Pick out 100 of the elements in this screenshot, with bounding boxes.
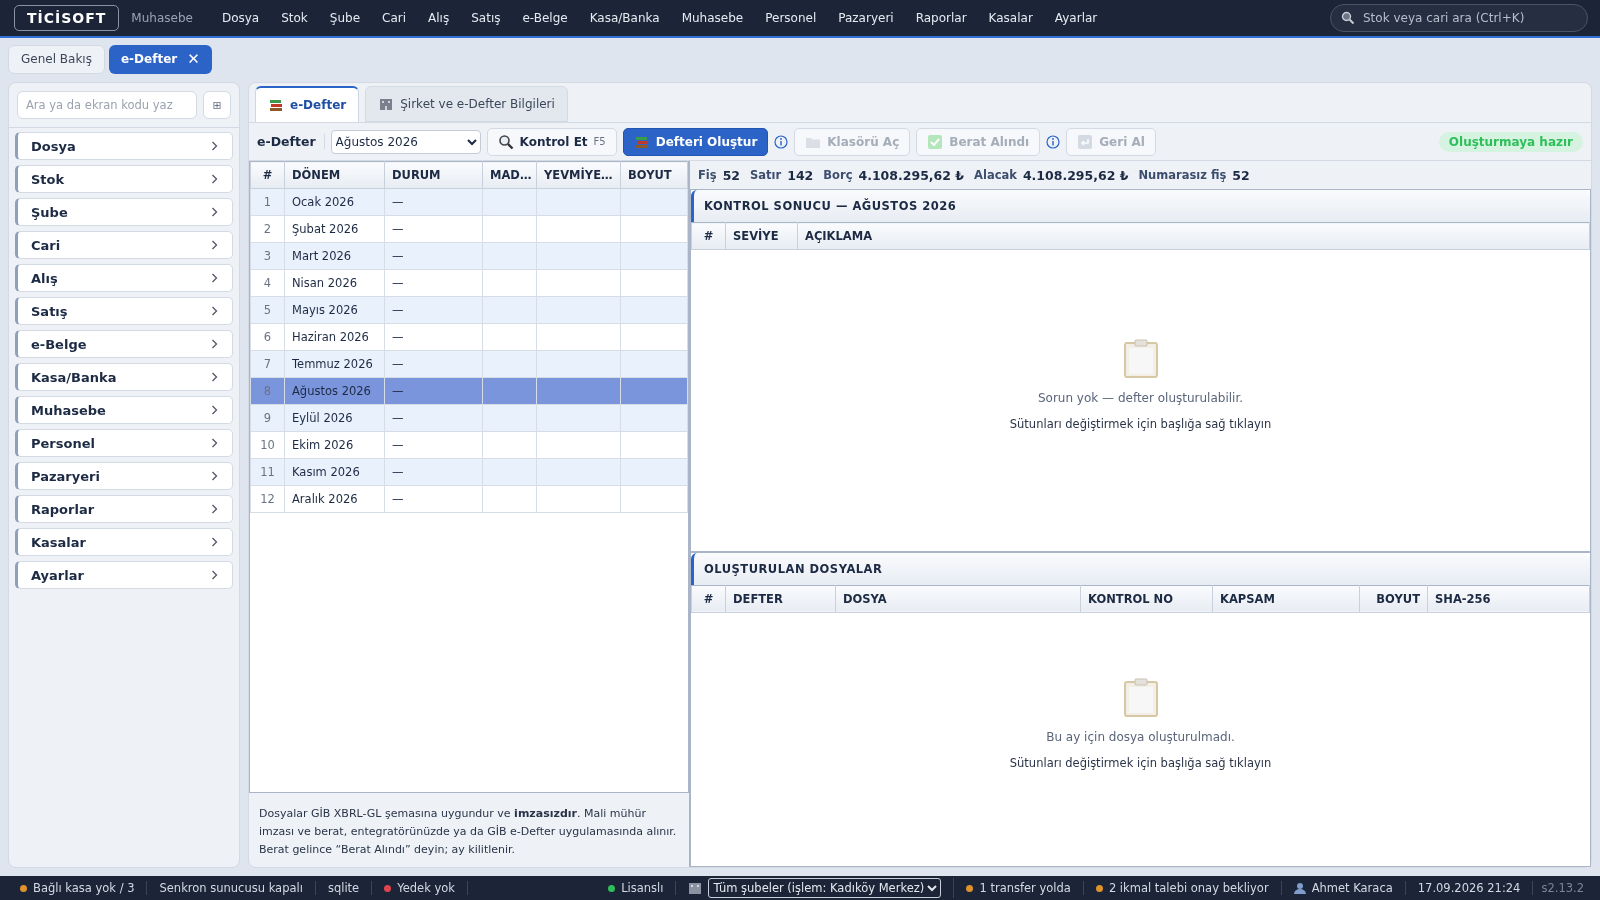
menu-item[interactable]: Alış [417, 11, 461, 25]
page-tab[interactable]: e-Defter ✕ [108, 44, 212, 74]
table-row[interactable]: 4 Nisan 2026 — [250, 269, 688, 297]
column-header[interactable]: BOYUT [620, 161, 688, 189]
sidebar-item[interactable]: Ayarlar [15, 561, 233, 589]
column-header[interactable]: SHA-256 [1427, 585, 1590, 612]
period-select[interactable]: Ağustos 2026 [330, 129, 481, 154]
sidebar-item[interactable]: Stok [15, 165, 233, 193]
sidebar-item[interactable]: Pazaryeri [15, 462, 233, 490]
summary-label: Numarasız fiş [1138, 168, 1227, 182]
branch-select[interactable]: Tüm şubeler (işlem: Kadıköy Merkez) [708, 878, 942, 898]
sidebar-item[interactable]: Kasalar [15, 528, 233, 556]
menu-item[interactable]: Personel [754, 11, 828, 25]
menu-item[interactable]: Kasalar [977, 11, 1044, 25]
sidebar-item[interactable]: Dosya [15, 132, 233, 160]
table-row[interactable]: 8 Ağustos 2026 — [250, 377, 688, 405]
column-header[interactable]: DOSYA [835, 585, 1081, 612]
sidebar-item[interactable]: Şube [15, 198, 233, 226]
panel-title: KONTROL SONUCU — AĞUSTOS 2026 [691, 190, 1590, 222]
toolbar-button[interactable]: Kontrol Et F5 [486, 127, 617, 156]
column-header[interactable]: SEVİYE [725, 222, 798, 250]
module-label: Muhasebe [131, 11, 193, 25]
chevron-right-icon [211, 339, 218, 349]
table-row[interactable]: 2 Şubat 2026 — [250, 215, 688, 243]
column-header[interactable]: # [250, 161, 285, 189]
tab[interactable]: e-Defter [255, 86, 360, 122]
column-header[interactable]: DÖNEM [284, 161, 385, 189]
table-cell: 6 [250, 323, 285, 351]
chevron-right-icon [211, 504, 218, 514]
toolbar-title: e-Defter [257, 134, 325, 149]
menu-item[interactable]: Pazaryeri [827, 11, 905, 25]
user-name[interactable]: Ahmet Karaca [1281, 881, 1406, 895]
page-tab[interactable]: Genel Bakış [8, 44, 105, 74]
close-icon[interactable]: ✕ [187, 50, 200, 68]
summary-label: Borç [823, 168, 853, 182]
status-item: 1 transfer yolda [954, 881, 1084, 895]
column-header[interactable]: DEFTER [725, 585, 836, 612]
sidebar-item[interactable]: Muhasebe [15, 396, 233, 424]
sidebar-item[interactable]: Raporlar [15, 495, 233, 523]
sidebar-item[interactable]: Alış [15, 264, 233, 292]
table-cell: Şubat 2026 [284, 215, 385, 243]
summary-label: Alacak [974, 168, 1017, 182]
chevron-right-icon [211, 240, 218, 250]
table-cell: Eylül 2026 [284, 404, 385, 432]
empty-message: Bu ay için dosya oluşturulmadı. [1046, 730, 1235, 745]
menu-item[interactable]: Cari [371, 11, 418, 25]
grid-button[interactable]: ⊞ [203, 91, 231, 119]
menu-item[interactable]: Raporlar [904, 11, 978, 25]
menu-item[interactable]: Ayarlar [1043, 11, 1109, 25]
menu-item[interactable]: e-Belge [511, 11, 579, 25]
search-field[interactable]: Stok veya cari ara (Ctrl+K) [1330, 4, 1588, 32]
license-status: Lisanslı [596, 881, 677, 895]
summary-value: 142 [787, 167, 814, 183]
sidebar-item[interactable]: e-Belge [15, 330, 233, 358]
table-cell: 12 [250, 485, 285, 513]
table-row[interactable]: 10 Ekim 2026 — [250, 431, 688, 459]
menu-item[interactable]: Stok [270, 11, 319, 25]
column-header[interactable]: YEVMİYE… [536, 161, 621, 189]
sidebar-item[interactable]: Satış [15, 297, 233, 325]
column-header[interactable]: MAD… [482, 161, 537, 189]
table-row[interactable]: 11 Kasım 2026 — [250, 458, 688, 486]
version-label: s2.13.2 [1540, 881, 1585, 895]
table-cell: — [384, 188, 483, 216]
menu-item[interactable]: Şube [318, 11, 372, 25]
toolbar-button[interactable]: Defteri Oluştur [622, 127, 769, 156]
column-header[interactable]: # [691, 585, 726, 612]
info-icon[interactable] [774, 134, 789, 149]
column-header[interactable]: DURUM [384, 161, 483, 189]
logo[interactable]: TİCİSOFT [14, 5, 120, 31]
table-row[interactable]: 12 Aralık 2026 — [250, 485, 688, 513]
chevron-right-icon [211, 438, 218, 448]
sidebar-item[interactable]: Personel [15, 429, 233, 457]
column-header[interactable]: # [691, 222, 726, 250]
table-row[interactable]: 6 Haziran 2026 — [250, 323, 688, 351]
table-cell: — [384, 350, 483, 378]
column-header[interactable]: AÇIKLAMA [797, 222, 1590, 250]
table-cell: 3 [250, 242, 285, 270]
table-row[interactable]: 5 Mayıs 2026 — [250, 296, 688, 324]
menu-item[interactable]: Dosya [210, 11, 271, 25]
menu-item[interactable]: Kasa/Banka [578, 11, 671, 25]
chevron-right-icon [211, 306, 218, 316]
table-cell: — [384, 485, 483, 513]
table-cell: Nisan 2026 [284, 269, 385, 297]
table-row[interactable]: 3 Mart 2026 — [250, 242, 688, 270]
tab[interactable]: Şirket ve e-Defter Bilgileri [365, 86, 568, 122]
menu-item[interactable]: Muhasebe [670, 11, 755, 25]
sidebar-item[interactable]: Cari [15, 231, 233, 259]
column-header[interactable]: KONTROL NO [1080, 585, 1213, 612]
summary-value: 52 [1232, 167, 1250, 183]
chevron-right-icon [211, 273, 218, 283]
menu-item[interactable]: Satış [460, 11, 512, 25]
table-cell: 10 [250, 431, 285, 459]
table-row[interactable]: 7 Temmuz 2026 — [250, 350, 688, 378]
column-header[interactable]: KAPSAM [1212, 585, 1360, 612]
table-row[interactable]: 1 Ocak 2026 — [250, 188, 688, 216]
table-row[interactable]: 9 Eylül 2026 — [250, 404, 688, 432]
sidebar-item[interactable]: Kasa/Banka [15, 363, 233, 391]
column-header[interactable]: BOYUT [1359, 585, 1428, 612]
table-cell: — [384, 296, 483, 324]
hint-text: Sütunları değiştirmek için başlığa sağ tıklayın [1009, 417, 1272, 432]
